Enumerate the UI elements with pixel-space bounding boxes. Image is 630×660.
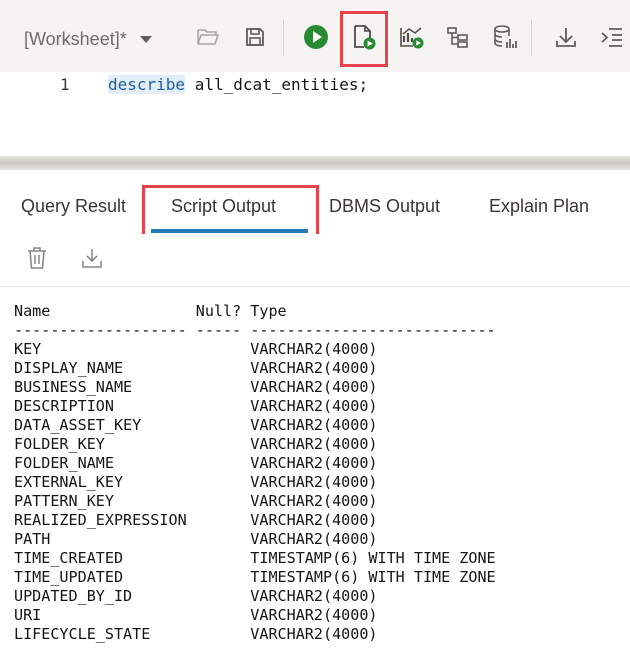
output-row: FOLDER_KEY VARCHAR2(4000) xyxy=(14,435,378,453)
column-name: LIFECYCLE_STATE xyxy=(14,625,151,643)
output-row: UPDATED_BY_ID VARCHAR2(4000) xyxy=(14,587,378,605)
column-type: VARCHAR2(4000) xyxy=(250,473,378,491)
column-name: URI xyxy=(14,606,42,624)
worksheet-name: [Worksheet]* xyxy=(24,28,127,49)
save-icon xyxy=(244,26,266,53)
column-name: DISPLAY_NAME xyxy=(14,359,124,377)
output-row: BUSINESS_NAME VARCHAR2(4000) xyxy=(14,378,378,396)
output-row: DATA_ASSET_KEY VARCHAR2(4000) xyxy=(14,416,378,434)
column-name: REALIZED_EXPRESSION xyxy=(14,511,187,529)
output-row: LIFECYCLE_STATE VARCHAR2(4000) xyxy=(14,625,378,643)
clear-output-button[interactable] xyxy=(23,246,51,274)
toolbar-divider xyxy=(531,20,532,56)
output-row: FOLDER_NAME VARCHAR2(4000) xyxy=(14,454,378,472)
column-name: PATH xyxy=(14,530,51,548)
output-row: PATH VARCHAR2(4000) xyxy=(14,530,378,548)
column-type: VARCHAR2(4000) xyxy=(250,340,378,358)
column-type: TIMESTAMP(6) WITH TIME ZONE xyxy=(250,568,496,586)
output-row: EXTERNAL_KEY VARCHAR2(4000) xyxy=(14,473,378,491)
column-type: VARCHAR2(4000) xyxy=(250,416,378,434)
format-icon xyxy=(600,26,624,53)
toolbar-divider xyxy=(283,20,284,56)
column-name: TIME_CREATED xyxy=(14,549,124,567)
sql-statement-rest: all_dcat_entities; xyxy=(185,75,369,94)
sql-tuning-button[interactable] xyxy=(488,22,522,56)
column-name: DESCRIPTION xyxy=(14,397,114,415)
column-name: PATTERN_KEY xyxy=(14,492,114,510)
output-row: DESCRIPTION VARCHAR2(4000) xyxy=(14,397,378,415)
line-number: 1 xyxy=(60,75,70,94)
sql-keyword: describe xyxy=(108,75,186,94)
output-row: URI VARCHAR2(4000) xyxy=(14,606,378,624)
code-line[interactable]: describe all_dcat_entities; xyxy=(108,75,368,94)
column-type: VARCHAR2(4000) xyxy=(250,397,378,415)
download-output-button[interactable] xyxy=(78,246,106,274)
caret-down-icon xyxy=(139,29,153,50)
autotrace-button[interactable] xyxy=(394,22,428,56)
output-row: DISPLAY_NAME VARCHAR2(4000) xyxy=(14,359,378,377)
explain-plan-icon xyxy=(446,26,470,53)
sql-editor[interactable]: 1 describe all_dcat_entities; xyxy=(0,72,630,156)
output-row: REALIZED_EXPRESSION VARCHAR2(4000) xyxy=(14,511,378,529)
explain-plan-button[interactable] xyxy=(441,22,475,56)
output-row: TIME_CREATED TIMESTAMP(6) WITH TIME ZONE xyxy=(14,549,496,567)
output-rows: KEY VARCHAR2(4000) DISPLAY_NAME VARCHAR2… xyxy=(14,340,496,643)
column-name: TIME_UPDATED xyxy=(14,568,124,586)
autotrace-icon xyxy=(398,25,424,54)
tab-explain-plan[interactable]: Explain Plan xyxy=(489,196,589,217)
column-type: VARCHAR2(4000) xyxy=(250,378,378,396)
column-type: VARCHAR2(4000) xyxy=(250,435,378,453)
script-output: Name Null? Type ------------------- ----… xyxy=(14,302,496,644)
download-icon xyxy=(80,246,104,275)
run-statement-button[interactable] xyxy=(299,22,333,56)
column-name: UPDATED_BY_ID xyxy=(14,587,133,605)
column-name: EXTERNAL_KEY xyxy=(14,473,124,491)
column-type: VARCHAR2(4000) xyxy=(250,606,378,624)
output-row: PATTERN_KEY VARCHAR2(4000) xyxy=(14,492,378,510)
save-button[interactable] xyxy=(238,22,272,56)
run-statement-icon xyxy=(303,24,329,55)
column-type: VARCHAR2(4000) xyxy=(250,511,378,529)
column-type: TIMESTAMP(6) WITH TIME ZONE xyxy=(250,549,496,567)
open-file-button[interactable] xyxy=(191,22,225,56)
sql-tuning-icon xyxy=(492,24,518,55)
column-name: KEY xyxy=(14,340,42,358)
column-type: VARCHAR2(4000) xyxy=(250,359,378,377)
column-type: VARCHAR2(4000) xyxy=(250,530,378,548)
column-type: VARCHAR2(4000) xyxy=(250,492,378,510)
format-button[interactable] xyxy=(595,22,629,56)
column-name: DATA_ASSET_KEY xyxy=(14,416,142,434)
folder-open-icon xyxy=(196,27,220,52)
output-separator: ------------------- ----- --------------… xyxy=(14,321,496,339)
tab-query-result[interactable]: Query Result xyxy=(21,196,126,217)
download-icon xyxy=(554,25,578,54)
worksheet-selector[interactable]: [Worksheet]* xyxy=(24,26,153,52)
download-button[interactable] xyxy=(549,22,583,56)
column-type: VARCHAR2(4000) xyxy=(250,587,378,605)
column-type: VARCHAR2(4000) xyxy=(250,454,378,472)
column-name: BUSINESS_NAME xyxy=(14,378,133,396)
column-name: FOLDER_NAME xyxy=(14,454,114,472)
worksheet-toolbar: [Worksheet]* xyxy=(0,0,630,73)
tab-dbms-output[interactable]: DBMS Output xyxy=(329,196,440,217)
output-row: KEY VARCHAR2(4000) xyxy=(14,340,378,358)
output-header: Name Null? Type xyxy=(14,302,287,320)
output-row: TIME_UPDATED TIMESTAMP(6) WITH TIME ZONE xyxy=(14,568,496,586)
run-script-highlight xyxy=(340,11,388,67)
column-name: FOLDER_KEY xyxy=(14,435,105,453)
trash-icon xyxy=(26,246,48,275)
pane-splitter[interactable] xyxy=(0,156,630,170)
column-type: VARCHAR2(4000) xyxy=(250,625,378,643)
